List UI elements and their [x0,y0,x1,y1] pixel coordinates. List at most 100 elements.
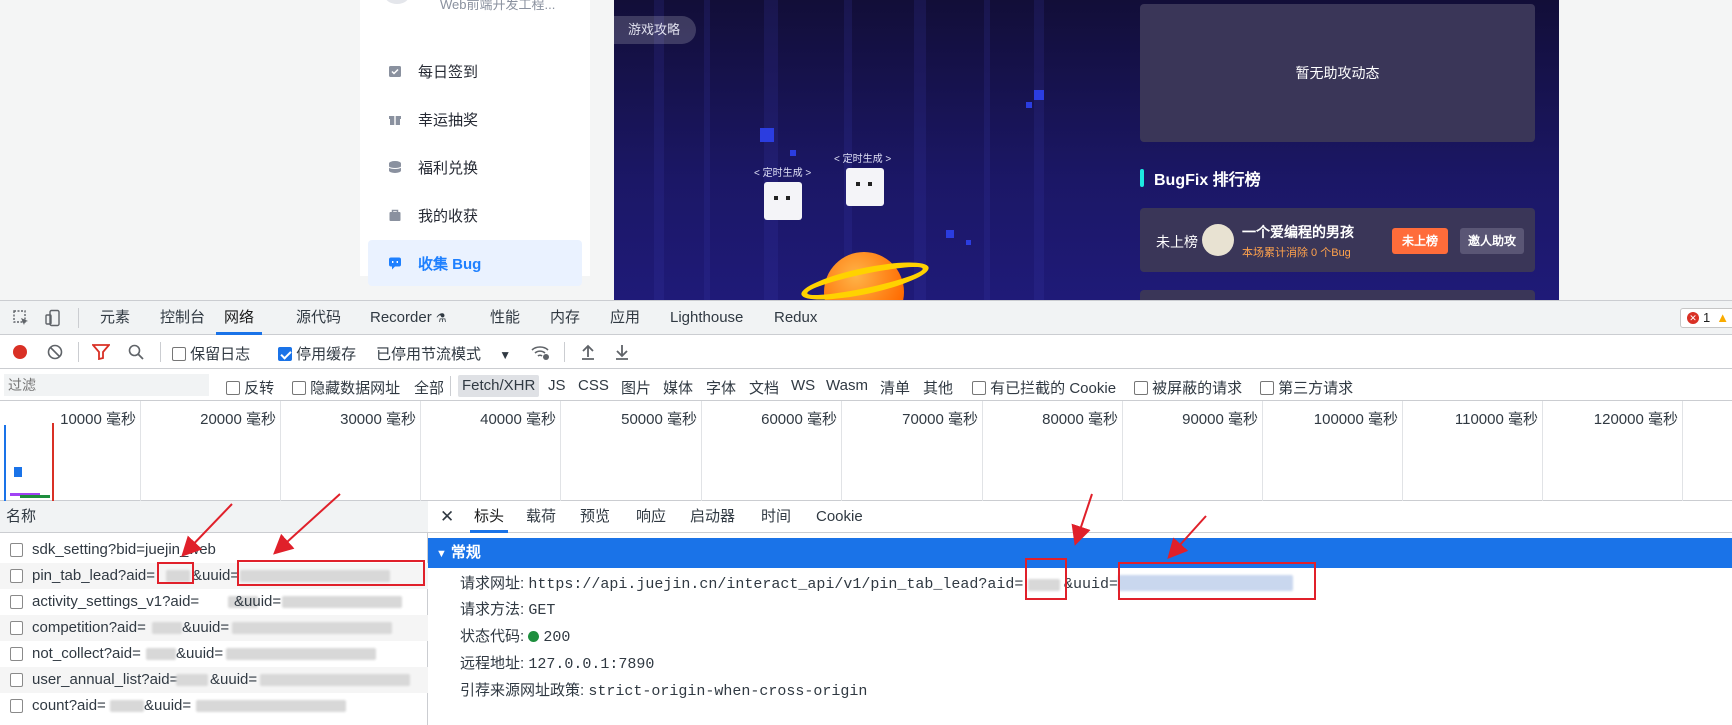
filter-type-manifest[interactable]: 清单 [880,377,910,398]
triangle-down-icon: ▼ [436,548,447,560]
preserve-log-checkbox[interactable]: 保留日志 [172,343,250,364]
blocked-cookies-checkbox[interactable]: 有已拦截的 Cookie [972,377,1116,398]
filter-input[interactable] [4,374,209,396]
checkbox[interactable] [1134,381,1148,395]
tab-sources[interactable]: 源代码 [296,301,341,335]
tab-headers[interactable]: 标头 [470,501,509,533]
tab-performance[interactable]: 性能 [490,301,520,335]
error-count-badge[interactable]: ✕ 1 ▲ [1680,308,1732,328]
tab-response[interactable]: 响应 [636,501,666,533]
request-row-user-annual-list[interactable]: user_annual_list?aid= &uuid= [0,667,428,693]
third-party-checkbox[interactable]: 第三方请求 [1260,377,1353,398]
referrer-policy-key: 引荐来源网址政策: [460,682,585,699]
checkbox[interactable] [1260,381,1274,395]
timeline-tick: 30000 毫秒 [340,411,416,428]
tab-payload[interactable]: 载荷 [526,501,556,533]
tab-memory[interactable]: 内存 [550,301,580,335]
filter-type-js[interactable]: JS [548,377,566,394]
game-guide-tag[interactable]: 游戏攻略 [614,16,697,44]
blocked-requests-checkbox[interactable]: 被屏蔽的请求 [1134,377,1242,398]
timeline-tick: 10000 毫秒 [60,411,136,428]
inspect-element-icon[interactable] [12,309,30,327]
request-row-count[interactable]: count?aid= &uuid= [0,693,428,719]
request-method-value: GET [528,602,556,619]
network-conditions-icon[interactable] [530,343,550,364]
filter-type-doc[interactable]: 文档 [749,377,779,398]
name-column-header[interactable]: 名称 [0,501,428,533]
uuid-suffix-text: &uuid= [1064,576,1119,593]
request-bar [20,495,50,498]
timeline-tick: 20000 毫秒 [200,411,276,428]
filter-type-fetch-xhr[interactable]: Fetch/XHR [458,375,540,397]
request-row-activity-settings[interactable]: activity_settings_v1?aid= &uuid= [0,589,428,615]
tab-initiator[interactable]: 启动器 [690,501,735,533]
filter-type-other[interactable]: 其他 [923,377,953,398]
sidebar-item-lottery[interactable]: 幸运抽奖 [368,96,582,142]
request-name: sdk_setting?bid=juejin_web [32,541,216,558]
bot-label: < 定时生成 > [754,168,812,179]
sidebar-user[interactable]: Web前端开发工程... [384,0,584,14]
juejin-page: Web前端开发工程... 每日签到 幸运抽奖 福利兑换 我的收获 收集 Bug [0,0,1732,300]
sidebar-item-harvest[interactable]: 我的收获 [368,192,582,238]
timeline-tick: 120000 毫秒 [1593,411,1678,428]
request-name: not_collect?aid= [32,645,141,662]
filter-type-font[interactable]: 字体 [706,377,736,398]
tab-elements[interactable]: 元素 [100,301,130,335]
remote-address-value: 127.0.0.1:7890 [528,656,655,673]
highlight-box [1025,558,1067,600]
tab-cookies[interactable]: Cookie [816,501,863,533]
sidebar-item-label: 每日签到 [418,63,479,81]
sidebar-item-label: 幸运抽奖 [418,111,479,129]
tab-application[interactable]: 应用 [610,301,640,335]
request-row-competition[interactable]: competition?aid= &uuid= [0,615,428,641]
checkbox[interactable] [172,347,186,361]
upload-icon[interactable] [580,343,596,364]
filter-type-media[interactable]: 媒体 [663,377,693,398]
request-list: 名称 sdk_setting?bid=juejin_web pin_tab_le… [0,501,428,725]
load-marker [52,423,54,501]
tab-recorder[interactable]: Recorder ⚗ [370,301,447,335]
checkbox[interactable] [972,381,986,395]
sidebar-item-exchange[interactable]: 福利兑换 [368,144,582,190]
close-icon[interactable]: ✕ [440,501,454,533]
request-row-not-collect[interactable]: not_collect?aid= &uuid= [0,641,428,667]
tab-network[interactable]: 网络 [216,301,263,335]
sidebar-item-collect-bug[interactable]: 收集 Bug [368,240,582,286]
tab-console[interactable]: 控制台 [160,301,205,335]
disable-cache-checkbox[interactable]: 停用缓存 [278,343,356,364]
no-assist-box: 暂无助攻动态 [1140,4,1535,142]
search-icon[interactable] [128,344,144,363]
network-overview-timeline[interactable]: 10000 毫秒 20000 毫秒 30000 毫秒 40000 毫秒 5000… [0,401,1732,501]
hide-data-urls-checkbox[interactable]: 隐藏数据网址 [292,377,400,398]
devtools-tab-bar: 元素 控制台 网络 源代码 Recorder ⚗ 性能 内存 应用 Lighth… [0,301,1732,335]
sidebar-item-checkin[interactable]: 每日签到 [368,48,582,94]
timeline-tick: 70000 毫秒 [902,411,978,428]
checkbox[interactable] [278,347,292,361]
request-suffix: &uuid= [144,697,192,714]
tab-timing[interactable]: 时间 [761,501,791,533]
tab-preview[interactable]: 预览 [580,501,610,533]
not-ranked-button[interactable]: 未上榜 [1392,228,1449,254]
clear-icon[interactable] [47,344,63,363]
filter-type-ws[interactable]: WS [791,377,815,394]
invite-assist-button[interactable]: 邀人助攻 [1460,228,1525,254]
checkbox[interactable] [292,381,306,395]
filter-type-img[interactable]: 图片 [621,377,651,398]
record-icon[interactable] [12,344,28,363]
warning-icon: ▲ [1716,310,1730,325]
invert-checkbox[interactable]: 反转 [226,377,274,398]
download-icon[interactable] [614,343,630,364]
throttle-select[interactable]: 已停用节流模式 ▼ [376,343,511,364]
tab-redux[interactable]: Redux [774,301,817,335]
device-toolbar-icon[interactable] [44,309,62,327]
gift-icon [388,112,402,126]
general-title: 常规 [450,544,481,561]
divider [564,342,565,362]
general-section-header[interactable]: ▼ 常规 [428,538,1732,568]
tab-lighthouse[interactable]: Lighthouse [670,301,743,335]
filter-type-all[interactable]: 全部 [414,377,444,398]
filter-icon[interactable] [91,344,111,363]
filter-type-wasm[interactable]: Wasm [826,377,868,394]
checkbox[interactable] [226,381,240,395]
filter-type-css[interactable]: CSS [578,377,609,394]
